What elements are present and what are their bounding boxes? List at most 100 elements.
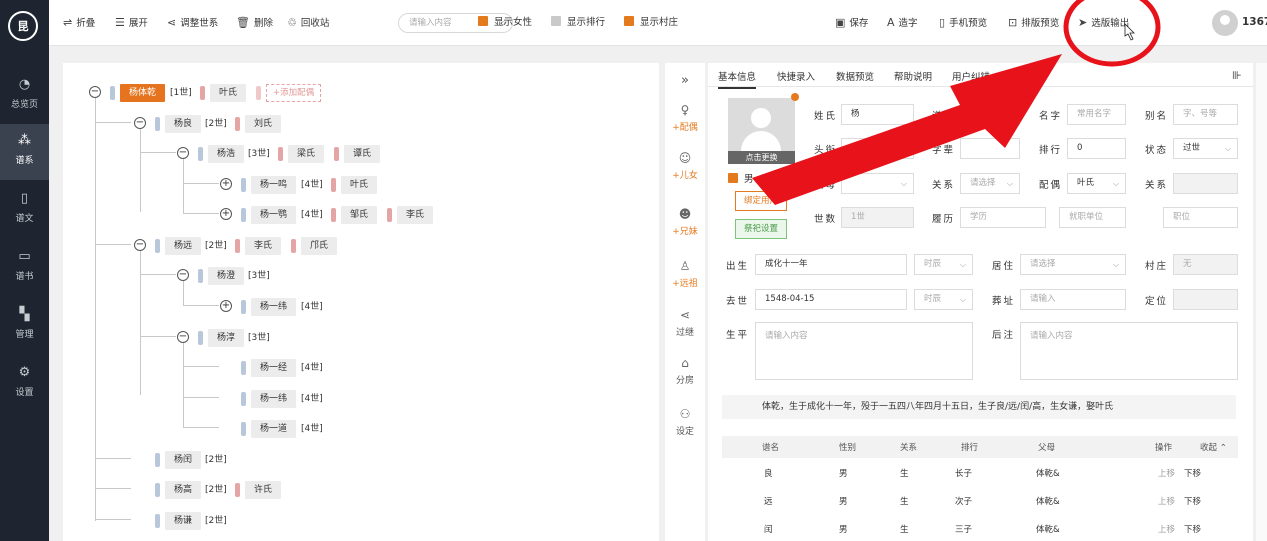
action-3[interactable]: ♙ +远祖 (665, 259, 705, 289)
tree-node-name[interactable]: 杨体乾 (120, 84, 166, 102)
action-0[interactable]: ♀ +配偶 (665, 103, 705, 133)
spouse-name[interactable]: 许氏 (245, 481, 282, 499)
checkbox-checked[interactable] (624, 16, 634, 26)
tree-node-name[interactable]: 杨澄 (208, 267, 245, 285)
spouse-select[interactable]: 叶氏 ⌵ (1067, 173, 1126, 194)
locate-field[interactable] (1173, 289, 1238, 310)
burial-field[interactable]: 请输入 (1020, 289, 1126, 310)
save-button[interactable]: ▣ 保存 (835, 15, 868, 31)
workplace-field[interactable]: 就职单位 (1059, 207, 1126, 228)
checkbox-unchecked[interactable] (551, 16, 561, 26)
scrollbar[interactable] (1256, 63, 1267, 541)
tab-basic-info[interactable]: 基本信息 (718, 69, 757, 89)
sidebar-item-lineage[interactable]: ⁂ 谱系 (0, 124, 49, 180)
relation-select[interactable]: 请选择 ⌵ (960, 173, 1020, 194)
tab-user-correction[interactable]: 用户纠错 (952, 69, 990, 83)
tree-node-name[interactable]: 杨浩 (208, 145, 245, 163)
tree-node-name[interactable]: 杨一经 (251, 359, 297, 377)
tree-node-name[interactable]: 杨一鸣 (251, 176, 297, 194)
tab-help[interactable]: 帮助说明 (894, 69, 932, 83)
rank-field[interactable]: 0 (1067, 138, 1126, 159)
app-logo[interactable]: 昆 (8, 11, 38, 41)
tree-node-name[interactable]: 杨一鹗 (251, 206, 297, 224)
move-up-button[interactable]: 上移 (1158, 523, 1175, 535)
action-5[interactable]: ⌂ 分房 (665, 356, 705, 386)
recycle-bin-button[interactable]: ♲ 回收站 (287, 15, 329, 31)
life-textarea[interactable]: 请输入内容 (755, 322, 973, 380)
alias-field[interactable]: 字、号等 (1173, 104, 1238, 125)
tree-node-name[interactable]: 杨远 (165, 237, 202, 255)
spouse-name[interactable]: 邝氏 (301, 237, 338, 255)
female-checkbox[interactable] (766, 173, 777, 183)
collapse-toggle-icon[interactable]: − (134, 239, 146, 251)
mobile-preview-button[interactable]: ▯ 手机预览 (939, 15, 987, 31)
action-2[interactable]: ☻ +兄妹 (665, 207, 705, 237)
action-1[interactable]: ☺ +儿女 (665, 151, 705, 181)
expand-toggle-icon[interactable]: + (220, 178, 232, 190)
expand-button[interactable]: ☰ 展开 (115, 15, 148, 31)
adjust-lineage-button[interactable]: ⋖ 调整世系 (167, 15, 218, 31)
spouse-name[interactable]: 刘氏 (245, 115, 282, 133)
tree-node-name[interactable]: 杨一道 (251, 420, 297, 438)
collapse-toggle-icon[interactable]: − (177, 147, 189, 159)
tree-node-name[interactable]: 杨谦 (165, 512, 202, 530)
user-phone[interactable]: 13672456185 (1242, 16, 1267, 28)
tree-node-name[interactable]: 杨一纬 (251, 390, 297, 408)
collapse-panel-icon[interactable]: ⊪ (1232, 69, 1242, 82)
move-down-button[interactable]: 下移 (1184, 523, 1201, 535)
tree-node-name[interactable]: 杨一纬 (251, 298, 297, 316)
show-rank-checkbox[interactable]: 显示排行 (551, 15, 605, 31)
fold-button[interactable]: ⇌ 折叠 (63, 15, 95, 31)
member-photo[interactable]: 点击更换 (728, 98, 795, 164)
delete-button[interactable]: 🗑 删除 (236, 15, 273, 31)
spouse-name[interactable]: 梁氏 (288, 145, 325, 163)
action-4[interactable]: ⋖ 过继 (665, 308, 705, 338)
name-field[interactable]: 常用名字 (1067, 104, 1126, 125)
surname-field[interactable]: 杨 (841, 104, 914, 125)
sidebar-item-overview[interactable]: ◔ 总览页 (0, 68, 49, 124)
title-field[interactable]: 请输入 (841, 138, 914, 159)
descendants-textarea[interactable]: 请输入内容 (1020, 322, 1238, 380)
tree-node-name[interactable]: 杨良 (165, 115, 202, 133)
avatar[interactable] (1212, 10, 1238, 36)
status-select[interactable]: 过世 ⌵ (1173, 138, 1238, 159)
death-field[interactable]: 1548-04-15 (755, 289, 907, 310)
show-village-checkbox[interactable]: 显示村庄 (624, 15, 678, 31)
tab-data-preview[interactable]: 数据预览 (836, 69, 874, 83)
collapse-toggle-icon[interactable]: − (134, 117, 146, 129)
education-field[interactable]: 学历 (960, 207, 1046, 228)
expand-panel-icon[interactable]: » (665, 73, 705, 88)
tree-node-name[interactable]: 杨高 (165, 481, 202, 499)
spouse-name[interactable]: 叶氏 (210, 84, 247, 102)
parent-select[interactable]: ⌵ (841, 173, 914, 194)
spouse-name[interactable]: 李氏 (397, 206, 434, 224)
ancestor-setting-button[interactable]: 祭祀设置 (735, 219, 787, 239)
spouse-name[interactable]: 邹氏 (341, 206, 378, 224)
birth-field[interactable]: 成化十一年 (755, 254, 907, 275)
tree-node-name[interactable]: 杨闰 (165, 451, 202, 469)
sidebar-item-books[interactable]: ▭ 谱书 (0, 240, 49, 296)
collapse-toggle-icon[interactable]: − (177, 331, 189, 343)
tab-quick-entry[interactable]: 快捷录入 (777, 69, 815, 83)
expand-toggle-icon[interactable]: + (220, 300, 232, 312)
layout-preview-button[interactable]: ⊡ 排版预览 (1008, 15, 1059, 31)
position-field[interactable]: 职位 (1163, 207, 1238, 228)
photo-close-icon[interactable] (791, 93, 799, 101)
death-time-select[interactable]: 时辰 ⌵ (914, 289, 973, 310)
sidebar-item-settings[interactable]: ⚙ 设置 (0, 356, 49, 412)
sidebar-item-articles[interactable]: ▯ 谱文 (0, 182, 49, 238)
move-up-button[interactable]: 上移 (1158, 467, 1175, 479)
collapse-toggle-icon[interactable]: − (89, 86, 101, 98)
male-checkbox[interactable] (728, 173, 738, 183)
checkbox-checked[interactable] (478, 16, 488, 26)
expand-toggle-icon[interactable]: + (220, 208, 232, 220)
move-up-button[interactable]: 上移 (1158, 495, 1175, 507)
move-down-button[interactable]: 下移 (1184, 467, 1201, 479)
create-char-button[interactable]: A 造字 (887, 15, 918, 31)
spouse-name[interactable]: 李氏 (245, 237, 282, 255)
move-down-button[interactable]: 下移 (1184, 495, 1201, 507)
spouse-name[interactable]: 谭氏 (344, 145, 381, 163)
sidebar-item-manage[interactable]: ▚ 管理 (0, 298, 49, 354)
residence-select[interactable]: 请选择 ⌵ (1020, 254, 1126, 275)
pu-name-field[interactable] (960, 104, 1020, 125)
